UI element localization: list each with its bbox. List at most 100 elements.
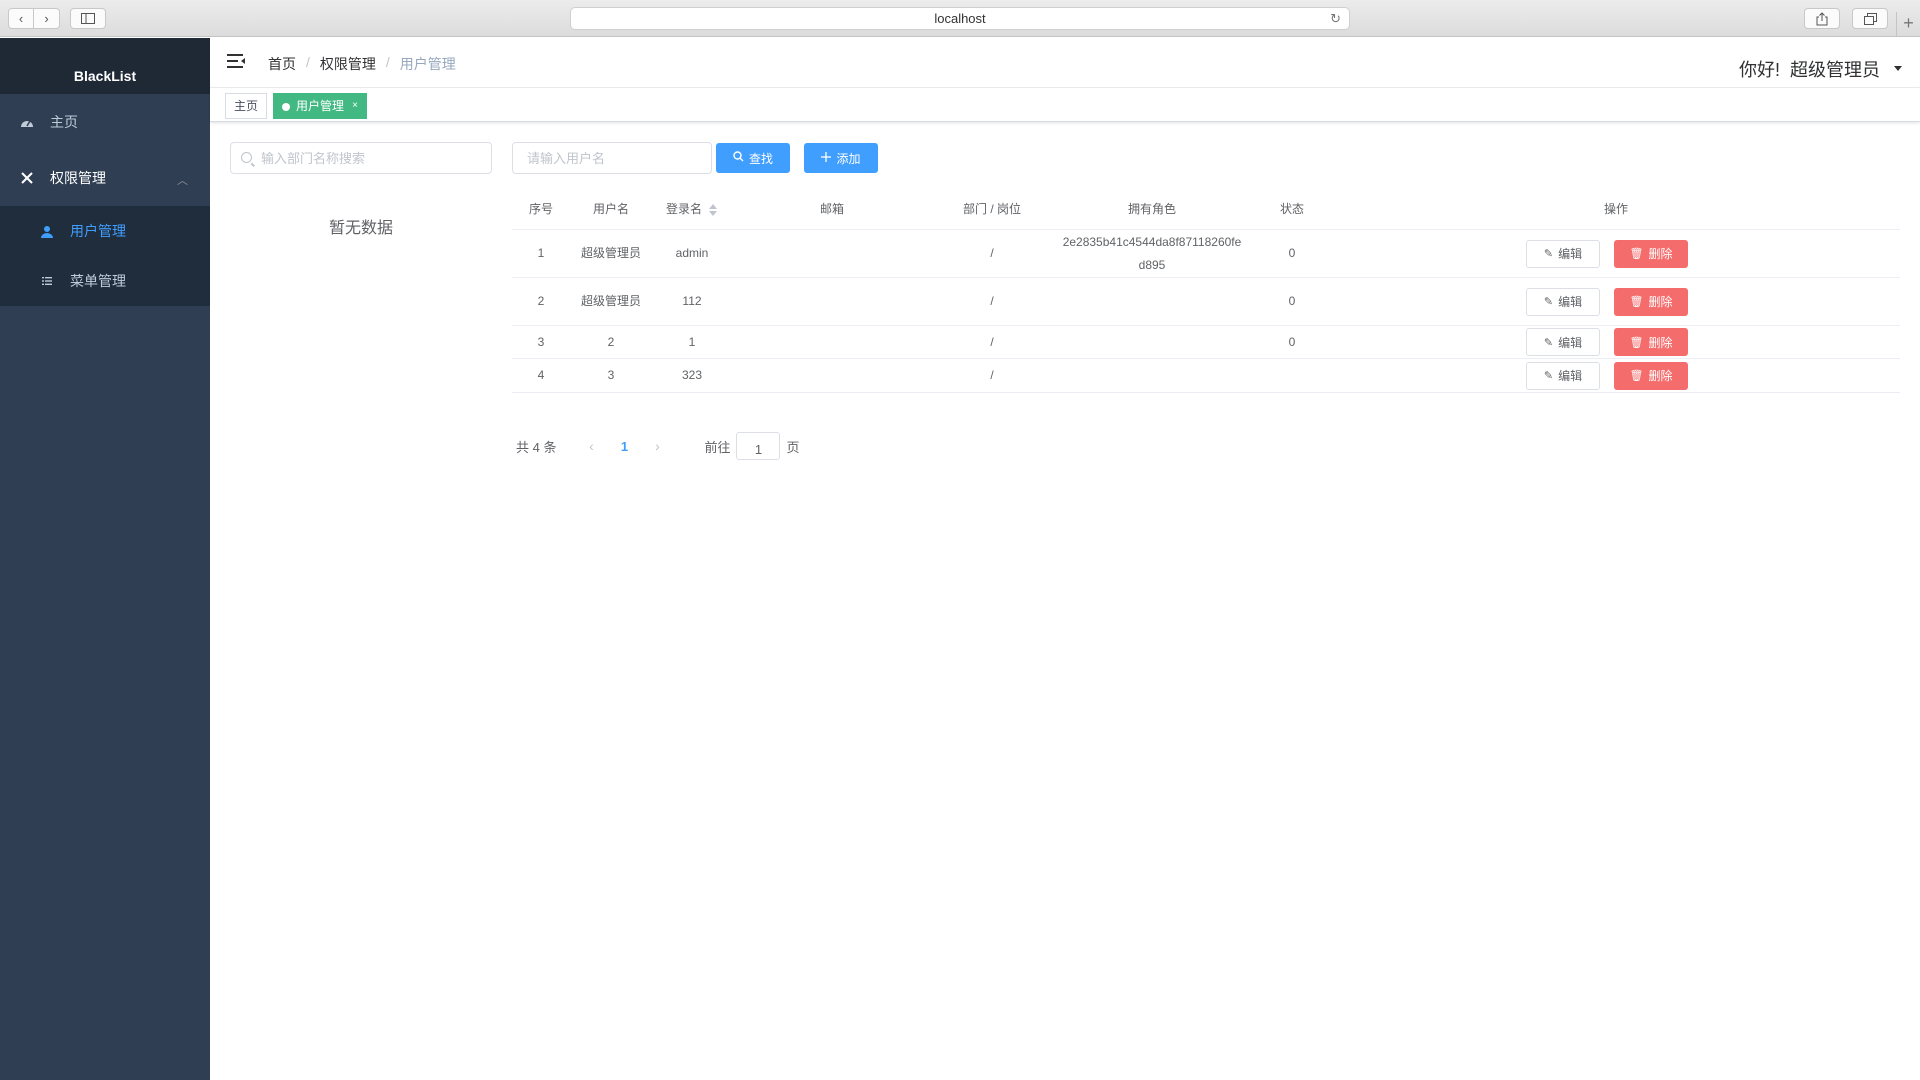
breadcrumb-separator: /	[306, 54, 310, 70]
column-header-status: 状态	[1279, 202, 1304, 216]
cell-dept: /	[990, 246, 994, 260]
navbar: 首页 / 权限管理 / 用户管理 你好! 超级管理员	[210, 38, 1920, 88]
sidebar-item-user-management[interactable]: 用户管理	[0, 206, 210, 256]
tag-user-management[interactable]: 用户管理 ×	[273, 93, 368, 119]
cell-login: 1	[688, 334, 696, 349]
delete-label: 删除	[1648, 335, 1673, 350]
cell-dept: /	[990, 334, 994, 349]
reload-icon[interactable]: ↻	[1330, 8, 1341, 29]
tag-home[interactable]: 主页	[225, 93, 268, 119]
forward-button[interactable]: ›	[34, 8, 60, 29]
column-header-index: 序号	[528, 202, 553, 216]
cell-email	[732, 326, 932, 358]
dept-search-field[interactable]	[230, 142, 492, 174]
edit-icon: ✎	[1543, 248, 1554, 260]
sidebar-item-label: 主页	[50, 114, 78, 130]
cell-username: 3	[607, 368, 615, 382]
cell-dept: /	[990, 294, 994, 308]
trash-icon: 🗑	[1629, 336, 1644, 349]
column-header-dept: 部门 / 岗位	[962, 202, 1021, 216]
tabs-icon	[1863, 12, 1877, 25]
edit-button[interactable]: ✎ 编辑	[1526, 287, 1600, 316]
plus-icon	[821, 151, 832, 165]
close-icon[interactable]: ×	[352, 94, 358, 118]
edit-button[interactable]: ✎ 编辑	[1526, 239, 1600, 268]
row-actions: ✎ 编辑 🗑 删除	[1526, 328, 1688, 356]
sidebar-icon	[81, 13, 95, 24]
tools-icon	[20, 172, 34, 184]
edit-icon: ✎	[1543, 296, 1554, 308]
chevron-right-icon[interactable]: ›	[642, 438, 672, 454]
caret-down-icon[interactable]	[1894, 66, 1902, 71]
list-icon	[40, 277, 54, 285]
edit-icon: ✎	[1543, 336, 1554, 349]
trash-icon: 🗑	[1629, 296, 1644, 308]
delete-button[interactable]: 🗑 删除	[1614, 287, 1688, 316]
cell-login: 323	[681, 368, 703, 382]
page-jump-input[interactable]: 1	[736, 432, 781, 460]
url-text: localhost	[934, 11, 986, 26]
breadcrumb-home[interactable]: 首页	[268, 54, 296, 74]
cell-username: 超级管理员	[580, 294, 641, 308]
search-icon	[241, 152, 252, 163]
edit-label: 编辑	[1558, 369, 1583, 383]
sidebar-item-permissions[interactable]: 权限管理 ︿	[0, 150, 210, 206]
tab-overview-button[interactable]	[1852, 8, 1888, 29]
dashboard-icon	[20, 116, 34, 128]
cell-role	[1052, 278, 1252, 325]
sidebar-toggle-button[interactable]	[70, 8, 106, 29]
sidebar-item-menu-management[interactable]: 菜单管理	[0, 256, 210, 306]
cell-email	[732, 359, 932, 392]
hamburger-icon[interactable]	[227, 54, 245, 68]
cell-email	[732, 278, 932, 325]
username-search-field[interactable]	[512, 142, 712, 174]
page-number[interactable]: 1	[606, 439, 642, 454]
trash-icon: 🗑	[1629, 370, 1644, 382]
cell-status: 0	[1288, 334, 1296, 349]
breadcrumb-permissions[interactable]: 权限管理	[320, 54, 376, 74]
share-icon	[1816, 11, 1828, 25]
cell-index: 4	[537, 368, 545, 382]
back-button[interactable]: ‹	[8, 8, 34, 29]
edit-button[interactable]: ✎ 编辑	[1526, 361, 1600, 390]
cell-role: 2e2835b41c4544da8f87118260fed895	[1062, 234, 1242, 272]
sidebar-item-home[interactable]: 主页	[0, 94, 210, 150]
add-user-button[interactable]: 添加	[804, 143, 878, 173]
edit-icon: ✎	[1543, 370, 1554, 382]
delete-button[interactable]: 🗑 删除	[1614, 239, 1688, 268]
breadcrumb: 首页 / 权限管理 / 用户管理	[268, 54, 456, 74]
cell-username: 超级管理员	[580, 246, 641, 260]
cell-status: 0	[1288, 246, 1296, 260]
address-bar[interactable]: localhost ↻	[570, 7, 1350, 30]
chevron-right-icon: ›	[44, 11, 49, 26]
delete-button[interactable]: 🗑 删除	[1614, 361, 1688, 390]
username-search-input[interactable]	[527, 143, 707, 173]
user-dropdown[interactable]: 你好! 超级管理员	[1739, 56, 1880, 82]
cell-dept: /	[990, 368, 994, 382]
browser-toolbar: ‹ › localhost ↻ +	[0, 0, 1920, 37]
plus-icon: +	[1903, 13, 1914, 33]
sort-icon[interactable]	[708, 203, 718, 216]
cell-status	[1252, 359, 1332, 392]
delete-button[interactable]: 🗑 删除	[1614, 328, 1688, 356]
delete-label: 删除	[1648, 369, 1673, 383]
new-tab-button[interactable]: +	[1896, 12, 1920, 36]
cell-status: 0	[1288, 294, 1296, 308]
column-header-role: 拥有角色	[1127, 202, 1176, 216]
sidebar-item-label: 用户管理	[70, 223, 126, 239]
table-header: 序号 用户名 登录名 邮箱 部门 / 岗位 拥有角色 状态 操作	[512, 188, 1900, 230]
permissions-submenu: 用户管理 菜单管理	[0, 206, 210, 306]
share-button[interactable]	[1804, 8, 1840, 29]
active-dot-icon	[282, 103, 290, 111]
edit-label: 编辑	[1558, 247, 1583, 261]
tag-label: 主页	[234, 99, 259, 113]
chevron-left-icon[interactable]: ‹	[576, 438, 606, 454]
edit-button[interactable]: ✎ 编辑	[1526, 328, 1600, 356]
cell-role	[1052, 359, 1252, 392]
table-row: 4 3 323 / ✎ 编辑 🗑 删除	[512, 359, 1900, 393]
cell-login: 112	[682, 294, 702, 308]
user-icon	[40, 225, 54, 238]
jump-label: 前往	[704, 439, 731, 455]
search-button[interactable]: 查找	[716, 143, 790, 173]
dept-search-input[interactable]	[261, 143, 481, 173]
